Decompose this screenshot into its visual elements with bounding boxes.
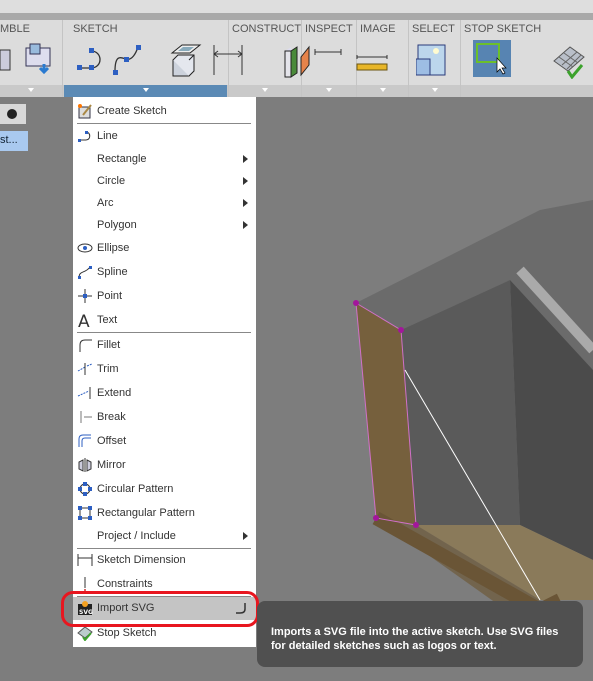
text-icon: A bbox=[78, 312, 90, 328]
tab-strip bbox=[0, 13, 593, 20]
menu-item-point[interactable]: Point bbox=[73, 285, 256, 307]
ruler-icon[interactable] bbox=[355, 55, 389, 75]
point-icon bbox=[78, 289, 92, 303]
menu-item-spline[interactable]: Spline bbox=[73, 261, 256, 283]
dropdown-arrow[interactable] bbox=[229, 85, 300, 97]
menu-item-arc[interactable]: Arc bbox=[73, 192, 256, 214]
dropdown-arrow[interactable] bbox=[409, 85, 460, 97]
browser-selected-item[interactable]: st... bbox=[0, 131, 28, 151]
submenu-arrow-icon bbox=[243, 199, 248, 207]
menu-item-text[interactable]: A Text bbox=[73, 309, 256, 331]
menu-item-polygon[interactable]: Polygon bbox=[73, 214, 256, 236]
sketch-dropdown-menu: Create Sketch Line Rectangle Circle Arc … bbox=[73, 97, 256, 647]
menu-item-line[interactable]: Line bbox=[73, 125, 256, 147]
menu-item-rectangle[interactable]: Rectangle bbox=[73, 148, 256, 170]
menu-separator bbox=[77, 332, 251, 333]
menu-item-mirror[interactable]: Mirror bbox=[73, 454, 256, 476]
assemble-icons[interactable] bbox=[0, 42, 60, 78]
spline-icon bbox=[78, 266, 92, 279]
menu-item-fillet[interactable]: Fillet bbox=[73, 334, 256, 356]
mirror-icon bbox=[78, 458, 92, 472]
ellipse-icon bbox=[77, 243, 93, 253]
submenu-arrow-icon bbox=[243, 532, 248, 540]
create-sketch-plane-icon[interactable] bbox=[168, 43, 208, 79]
menu-item-circle[interactable]: Circle bbox=[73, 170, 256, 192]
title-bar bbox=[0, 0, 593, 13]
break-icon bbox=[80, 411, 92, 423]
svg-text:A: A bbox=[78, 312, 90, 328]
create-sketch-icon bbox=[78, 104, 92, 119]
browser-panel-header bbox=[0, 104, 26, 124]
dropdown-arrow[interactable] bbox=[0, 85, 61, 97]
menu-item-break[interactable]: Break bbox=[73, 406, 256, 428]
menu-item-extend[interactable]: Extend bbox=[73, 382, 256, 404]
tooltip: Imports a SVG file into the active sketc… bbox=[257, 601, 583, 667]
fillet-icon bbox=[79, 339, 92, 352]
sketch-dimension-icon[interactable] bbox=[212, 43, 246, 79]
select-button[interactable] bbox=[473, 40, 511, 77]
highlight-annotation-ring bbox=[61, 591, 259, 627]
menu-item-offset[interactable]: Offset bbox=[73, 430, 256, 452]
constraints-icon bbox=[84, 577, 86, 591]
submenu-arrow-icon bbox=[243, 155, 248, 163]
extend-icon bbox=[77, 387, 91, 399]
dropdown-arrow[interactable] bbox=[64, 85, 227, 97]
trim-icon bbox=[77, 363, 93, 375]
menu-item-create-sketch[interactable]: Create Sketch bbox=[73, 100, 256, 122]
spline-tool-icon[interactable] bbox=[110, 43, 150, 79]
circular-pattern-icon bbox=[78, 482, 92, 496]
menu-item-rectangular-pattern[interactable]: Rectangular Pattern bbox=[73, 502, 256, 524]
submenu-arrow-icon bbox=[243, 221, 248, 229]
dropdown-arrow[interactable] bbox=[461, 85, 593, 97]
sketch-dimension-icon bbox=[77, 554, 93, 566]
menu-item-trim[interactable]: Trim bbox=[73, 358, 256, 380]
stop-sketch-icon[interactable] bbox=[550, 43, 590, 79]
measure-icon[interactable] bbox=[313, 48, 343, 84]
dropdown-arrow[interactable] bbox=[302, 85, 356, 97]
window-select-icon bbox=[476, 43, 507, 75]
menu-item-circular-pattern[interactable]: Circular Pattern bbox=[73, 478, 256, 500]
attach-image-icon[interactable] bbox=[416, 43, 452, 79]
line-tool-icon[interactable] bbox=[75, 45, 115, 75]
menu-separator bbox=[77, 123, 251, 124]
menu-item-ellipse[interactable]: Ellipse bbox=[73, 237, 256, 259]
offset-icon bbox=[78, 434, 91, 447]
line-icon bbox=[78, 131, 91, 142]
rectangular-pattern-icon bbox=[78, 506, 92, 520]
submenu-arrow-icon bbox=[243, 177, 248, 185]
collapse-icon[interactable] bbox=[7, 109, 17, 119]
dropdown-arrow[interactable] bbox=[357, 85, 408, 97]
menu-item-sketch-dimension[interactable]: Sketch Dimension bbox=[73, 549, 256, 571]
menu-item-project-include[interactable]: Project / Include bbox=[73, 525, 256, 547]
stop-sketch-icon bbox=[77, 626, 93, 641]
